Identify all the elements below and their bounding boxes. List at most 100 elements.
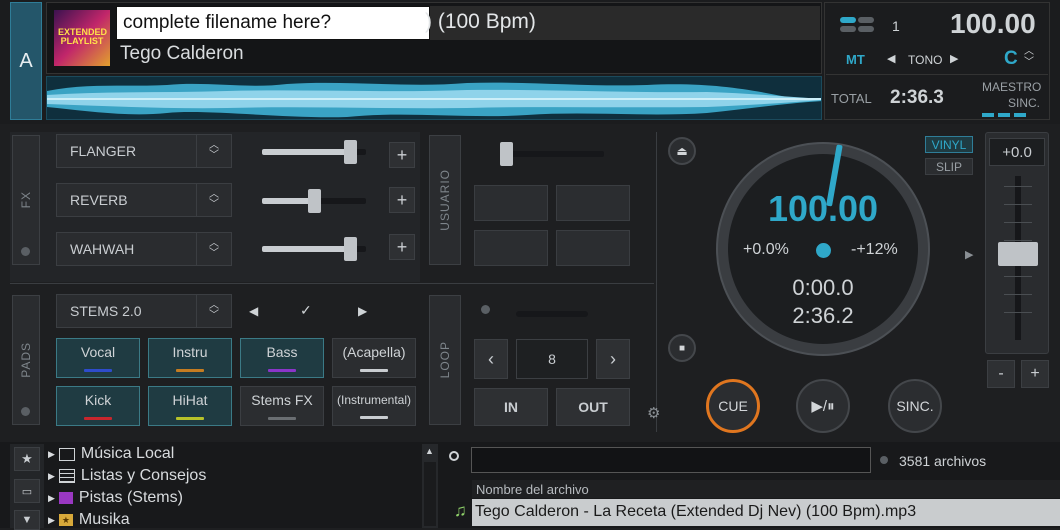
fx-select-1[interactable]: FLANGER ︿ ﹀ <box>56 134 232 168</box>
file-count: 3581 archivos <box>899 453 987 469</box>
loop-in-button[interactable]: IN <box>474 388 548 426</box>
loop-double-button[interactable]: › <box>596 339 630 379</box>
expand-arrow-icon: ▶ <box>48 470 55 481</box>
pitch-slider[interactable] <box>998 176 1038 340</box>
loop-label: LOOP <box>438 341 452 379</box>
total-time: 2:36.3 <box>890 87 944 108</box>
pads-mode-select[interactable]: STEMS 2.0 ︿ ﹀ <box>56 294 232 328</box>
pad-color-line <box>360 369 388 372</box>
fx-add-button-3[interactable]: + <box>389 234 415 260</box>
fx-name-3: WAHWAH <box>70 241 135 257</box>
fx-add-button-2[interactable]: + <box>389 187 415 213</box>
play-pause-button[interactable]: ▶/⏸ <box>796 379 850 433</box>
pitch-arrow-icon[interactable]: ▶ <box>965 248 973 261</box>
pads-check-button[interactable]: ✓ <box>300 302 312 319</box>
pads-next-button[interactable]: ▶ <box>358 304 367 318</box>
pad-color-line <box>268 417 296 420</box>
pads-prev-button[interactable]: ◀ <box>249 304 258 318</box>
stem-pad-bass[interactable]: Bass <box>240 338 324 378</box>
title-overlay-box: complete filename here? <box>116 6 430 40</box>
cue-button[interactable]: CUE <box>706 379 760 433</box>
music-note-icon: ♫ <box>454 501 467 520</box>
title-overlay-text: complete filename here? <box>123 12 332 33</box>
usuario-side-button[interactable]: USUARIO <box>429 135 461 265</box>
loop-out-button[interactable]: OUT <box>556 388 630 426</box>
fx-side-button[interactable]: FX <box>12 135 40 265</box>
tree-label: Musika <box>78 511 130 528</box>
usuario-pad-1[interactable] <box>474 185 548 221</box>
pad-label: (Instrumental) <box>336 393 412 407</box>
key-prev-button[interactable]: ◀ <box>887 52 895 65</box>
tree-label: Música Local <box>80 445 175 462</box>
filter-icon[interactable]: ▼ <box>14 510 40 530</box>
stem-pad-kick[interactable]: Kick <box>56 386 140 426</box>
usuario-pad-2[interactable] <box>556 185 630 221</box>
waveform-graphic <box>47 82 821 118</box>
tono-label: TONO <box>908 53 943 67</box>
info-divider <box>826 74 1048 75</box>
pitch-minus-button[interactable]: - <box>987 360 1015 388</box>
expand-arrow-icon: ▶ <box>48 492 55 503</box>
sync-mode-icon[interactable] <box>840 17 874 33</box>
platter-elapsed: 0:00.0 <box>792 275 854 300</box>
tree-item-musika[interactable]: ▶ ★ Musika <box>48 511 130 529</box>
album-cover[interactable]: EXTENDED PLAYLIST <box>54 10 110 66</box>
mt-button[interactable]: MT <box>846 52 865 67</box>
pad-label: Kick <box>84 392 112 408</box>
maestro-indicator[interactable] <box>982 113 1042 117</box>
stop-button[interactable]: ■ <box>668 334 696 362</box>
eject-button[interactable]: ⏏ <box>668 137 696 165</box>
favorites-star-icon[interactable]: ★ <box>14 447 40 471</box>
track-title-suffix: ) (100 Bpm) <box>425 10 536 33</box>
usuario-pad-3[interactable] <box>474 230 548 266</box>
maestro-label: MAESTRO <box>982 80 1042 94</box>
gear-icon[interactable]: ⚙ <box>647 404 660 422</box>
fx-slider-2[interactable] <box>262 189 366 213</box>
pads-side-button[interactable]: PADS <box>12 295 40 425</box>
stem-pad-acapella[interactable]: (Acapella) <box>332 338 416 378</box>
fx-add-button-1[interactable]: + <box>389 142 415 168</box>
fx-slider-1[interactable] <box>262 140 366 164</box>
key-updown-icon[interactable]: ︿ ﹀ <box>1024 46 1034 68</box>
pad-color-line <box>268 369 296 372</box>
stem-pad-hihat[interactable]: HiHat <box>148 386 232 426</box>
usuario-slider[interactable] <box>500 142 604 166</box>
tree-item-listas[interactable]: ▶ Listas y Consejos <box>48 467 206 485</box>
bpm-display: 100.00 <box>950 8 1036 39</box>
usuario-pad-4[interactable] <box>556 230 630 266</box>
deck-letter: A <box>19 49 33 72</box>
tree-item-musica-local[interactable]: ▶ Música Local <box>48 445 174 463</box>
platter-pitch: +0.0% <box>743 241 789 258</box>
key-next-button[interactable]: ▶ <box>950 52 958 65</box>
sinc-label: SINC. <box>1008 96 1041 110</box>
stem-pad-instru[interactable]: Instru <box>148 338 232 378</box>
track-artist: Tego Calderon <box>120 43 244 64</box>
pitch-plus-button[interactable]: + <box>1021 360 1049 388</box>
vinyl-button[interactable]: VINYL <box>925 136 973 153</box>
fx-select-3[interactable]: WAHWAH ︿ ﹀ <box>56 232 232 266</box>
fx-slider-3[interactable] <box>262 237 366 261</box>
usuario-label: USUARIO <box>438 169 452 231</box>
platter-remaining: 2:36.2 <box>792 303 854 328</box>
search-input[interactable] <box>471 447 871 473</box>
loop-halve-button[interactable]: ‹ <box>474 339 508 379</box>
deck-letter-button[interactable]: A <box>10 2 42 120</box>
sinc-button[interactable]: SINC. <box>888 379 942 433</box>
add-folder-icon[interactable]: ▭ <box>14 479 40 503</box>
fx-select-2[interactable]: REVERB ︿ ﹀ <box>56 183 232 217</box>
waveform[interactable] <box>46 76 822 120</box>
stem-pad-instrumental[interactable]: (Instrumental) <box>332 386 416 426</box>
list-icon <box>58 469 75 483</box>
loop-side-button[interactable]: LOOP <box>429 295 461 425</box>
column-header[interactable]: Nombre del archivo <box>476 482 589 497</box>
tree-item-stems[interactable]: ▶ Pistas (Stems) <box>48 489 183 507</box>
loop-bar <box>516 311 588 317</box>
stem-pad-stems-fx[interactable]: Stems FX <box>240 386 324 426</box>
updown-icon: ︿ ﹀ <box>196 184 231 216</box>
pitch-value: +0.0 <box>989 138 1045 166</box>
slip-button[interactable]: SLIP <box>925 158 973 175</box>
stem-pad-vocal[interactable]: Vocal <box>56 338 140 378</box>
platter-bpm: 100.00 <box>767 188 879 229</box>
pad-color-line <box>84 369 112 372</box>
tree-scrollbar[interactable]: ▲ <box>422 444 438 528</box>
